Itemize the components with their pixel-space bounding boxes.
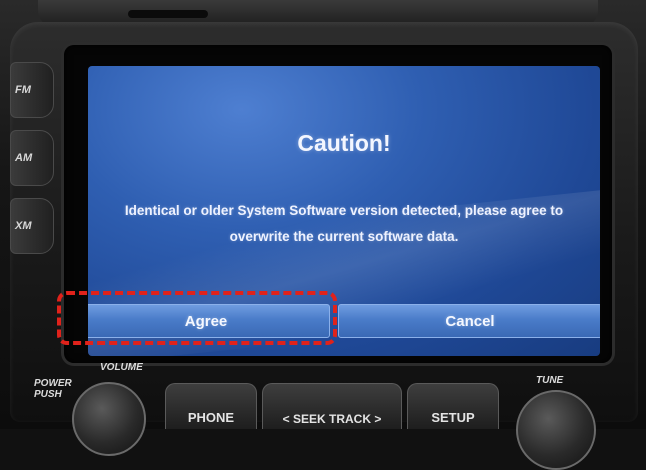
photo-frame: FM AM XM Caution! Identical or older Sys… bbox=[0, 0, 646, 470]
seek-track-button[interactable]: < SEEK TRACK > bbox=[262, 383, 402, 429]
cancel-button-label: Cancel bbox=[445, 312, 495, 330]
am-button-label: AM bbox=[15, 152, 33, 164]
seek-track-label: < SEEK TRACK > bbox=[282, 412, 382, 426]
tune-knob[interactable] bbox=[516, 390, 596, 470]
phone-button-label: PHONE bbox=[187, 410, 235, 425]
volume-knob[interactable] bbox=[72, 382, 146, 456]
am-button[interactable]: AM bbox=[10, 130, 54, 186]
tune-label: TUNE bbox=[536, 375, 564, 386]
setup-button[interactable]: SETUP bbox=[407, 383, 499, 429]
dialog-message: Identical or older System Software versi… bbox=[124, 203, 564, 244]
fm-button-label: FM bbox=[15, 84, 31, 96]
agree-highlight-annotation bbox=[57, 291, 337, 345]
xm-button[interactable]: XM bbox=[10, 198, 54, 254]
volume-label: VOLUME bbox=[100, 362, 143, 373]
xm-button-label: XM bbox=[15, 220, 32, 232]
disc-slot bbox=[128, 10, 208, 18]
phone-button[interactable]: PHONE bbox=[165, 383, 257, 429]
fm-button[interactable]: FM bbox=[10, 62, 54, 118]
setup-button-label: SETUP bbox=[431, 410, 475, 425]
dialog-title: Caution! bbox=[297, 130, 391, 156]
cancel-button[interactable]: Cancel bbox=[338, 304, 600, 338]
